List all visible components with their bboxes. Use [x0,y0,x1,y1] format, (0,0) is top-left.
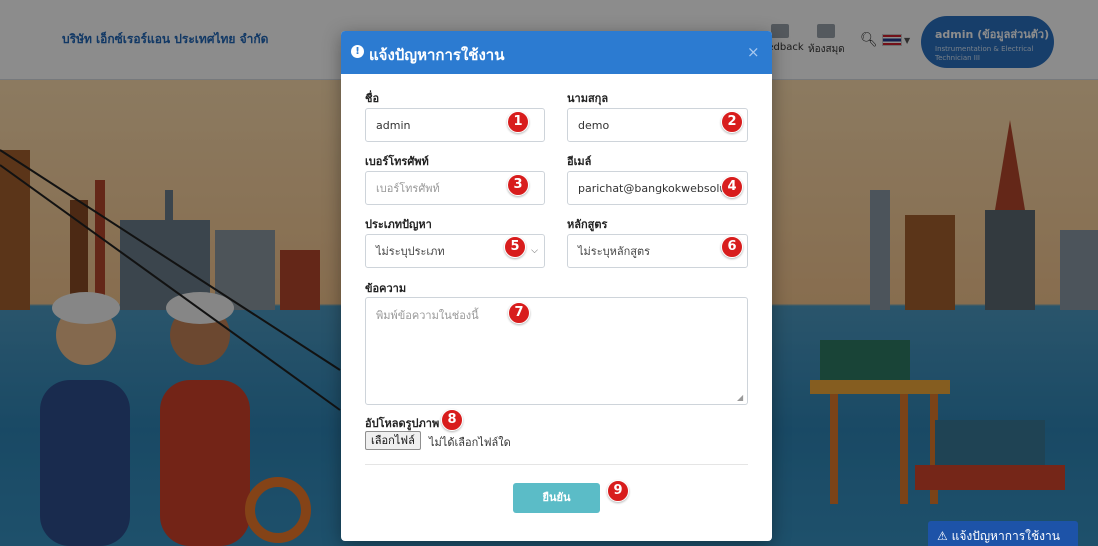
file-status-text: ไม่ได้เลือกไฟล์ใด [429,436,511,449]
first-name-label: ชื่อ [365,92,380,105]
choose-file-button[interactable]: เลือกไฟล์ [365,431,421,450]
last-name-label: นามสกุล [567,92,609,105]
course-label: หลักสูตร [567,218,608,231]
report-problem-modal: ! แจ้งปัญหาการใช้งาน × ชื่อ นามสกุล เบอร… [341,31,772,541]
annotation-badge: 7 [508,302,530,324]
close-icon[interactable]: × [747,43,760,61]
warning-icon: ⚠ [937,529,948,543]
report-button-label: แจ้งปัญหาการใช้งาน [951,529,1060,543]
annotation-badge: 4 [721,176,743,198]
resize-handle-icon[interactable]: ◢ [737,393,743,402]
submit-button[interactable]: ยืนยัน [513,483,600,513]
annotation-badge: 1 [507,111,529,133]
annotation-badge: 8 [441,409,463,431]
problem-type-selected: ไม่ระบุประเภท [376,245,445,258]
message-label: ข้อความ [365,282,407,295]
annotation-badge: 5 [504,236,526,258]
course-selected: ไม่ระบุหลักสูตร [578,245,650,258]
message-textarea[interactable] [365,297,748,405]
chevron-down-icon: ⌵ [531,246,538,256]
annotation-badge: 3 [507,174,529,196]
phone-label: เบอร์โทรศัพท์ [365,155,429,168]
report-problem-floating-button[interactable]: ⚠ แจ้งปัญหาการใช้งาน [928,521,1078,546]
modal-title: แจ้งปัญหาการใช้งาน [369,46,505,64]
exclamation-circle-icon: ! [351,45,364,58]
problem-type-label: ประเภทปัญหา [365,218,432,231]
email-label: อีเมล์ [567,155,592,168]
modal-divider [365,464,748,465]
annotation-badge: 6 [721,236,743,258]
upload-label: อัปโหลดรูปภาพ [365,417,440,430]
modal-header: ! แจ้งปัญหาการใช้งาน × [341,31,772,74]
annotation-badge: 2 [721,111,743,133]
annotation-badge: 9 [607,480,629,502]
